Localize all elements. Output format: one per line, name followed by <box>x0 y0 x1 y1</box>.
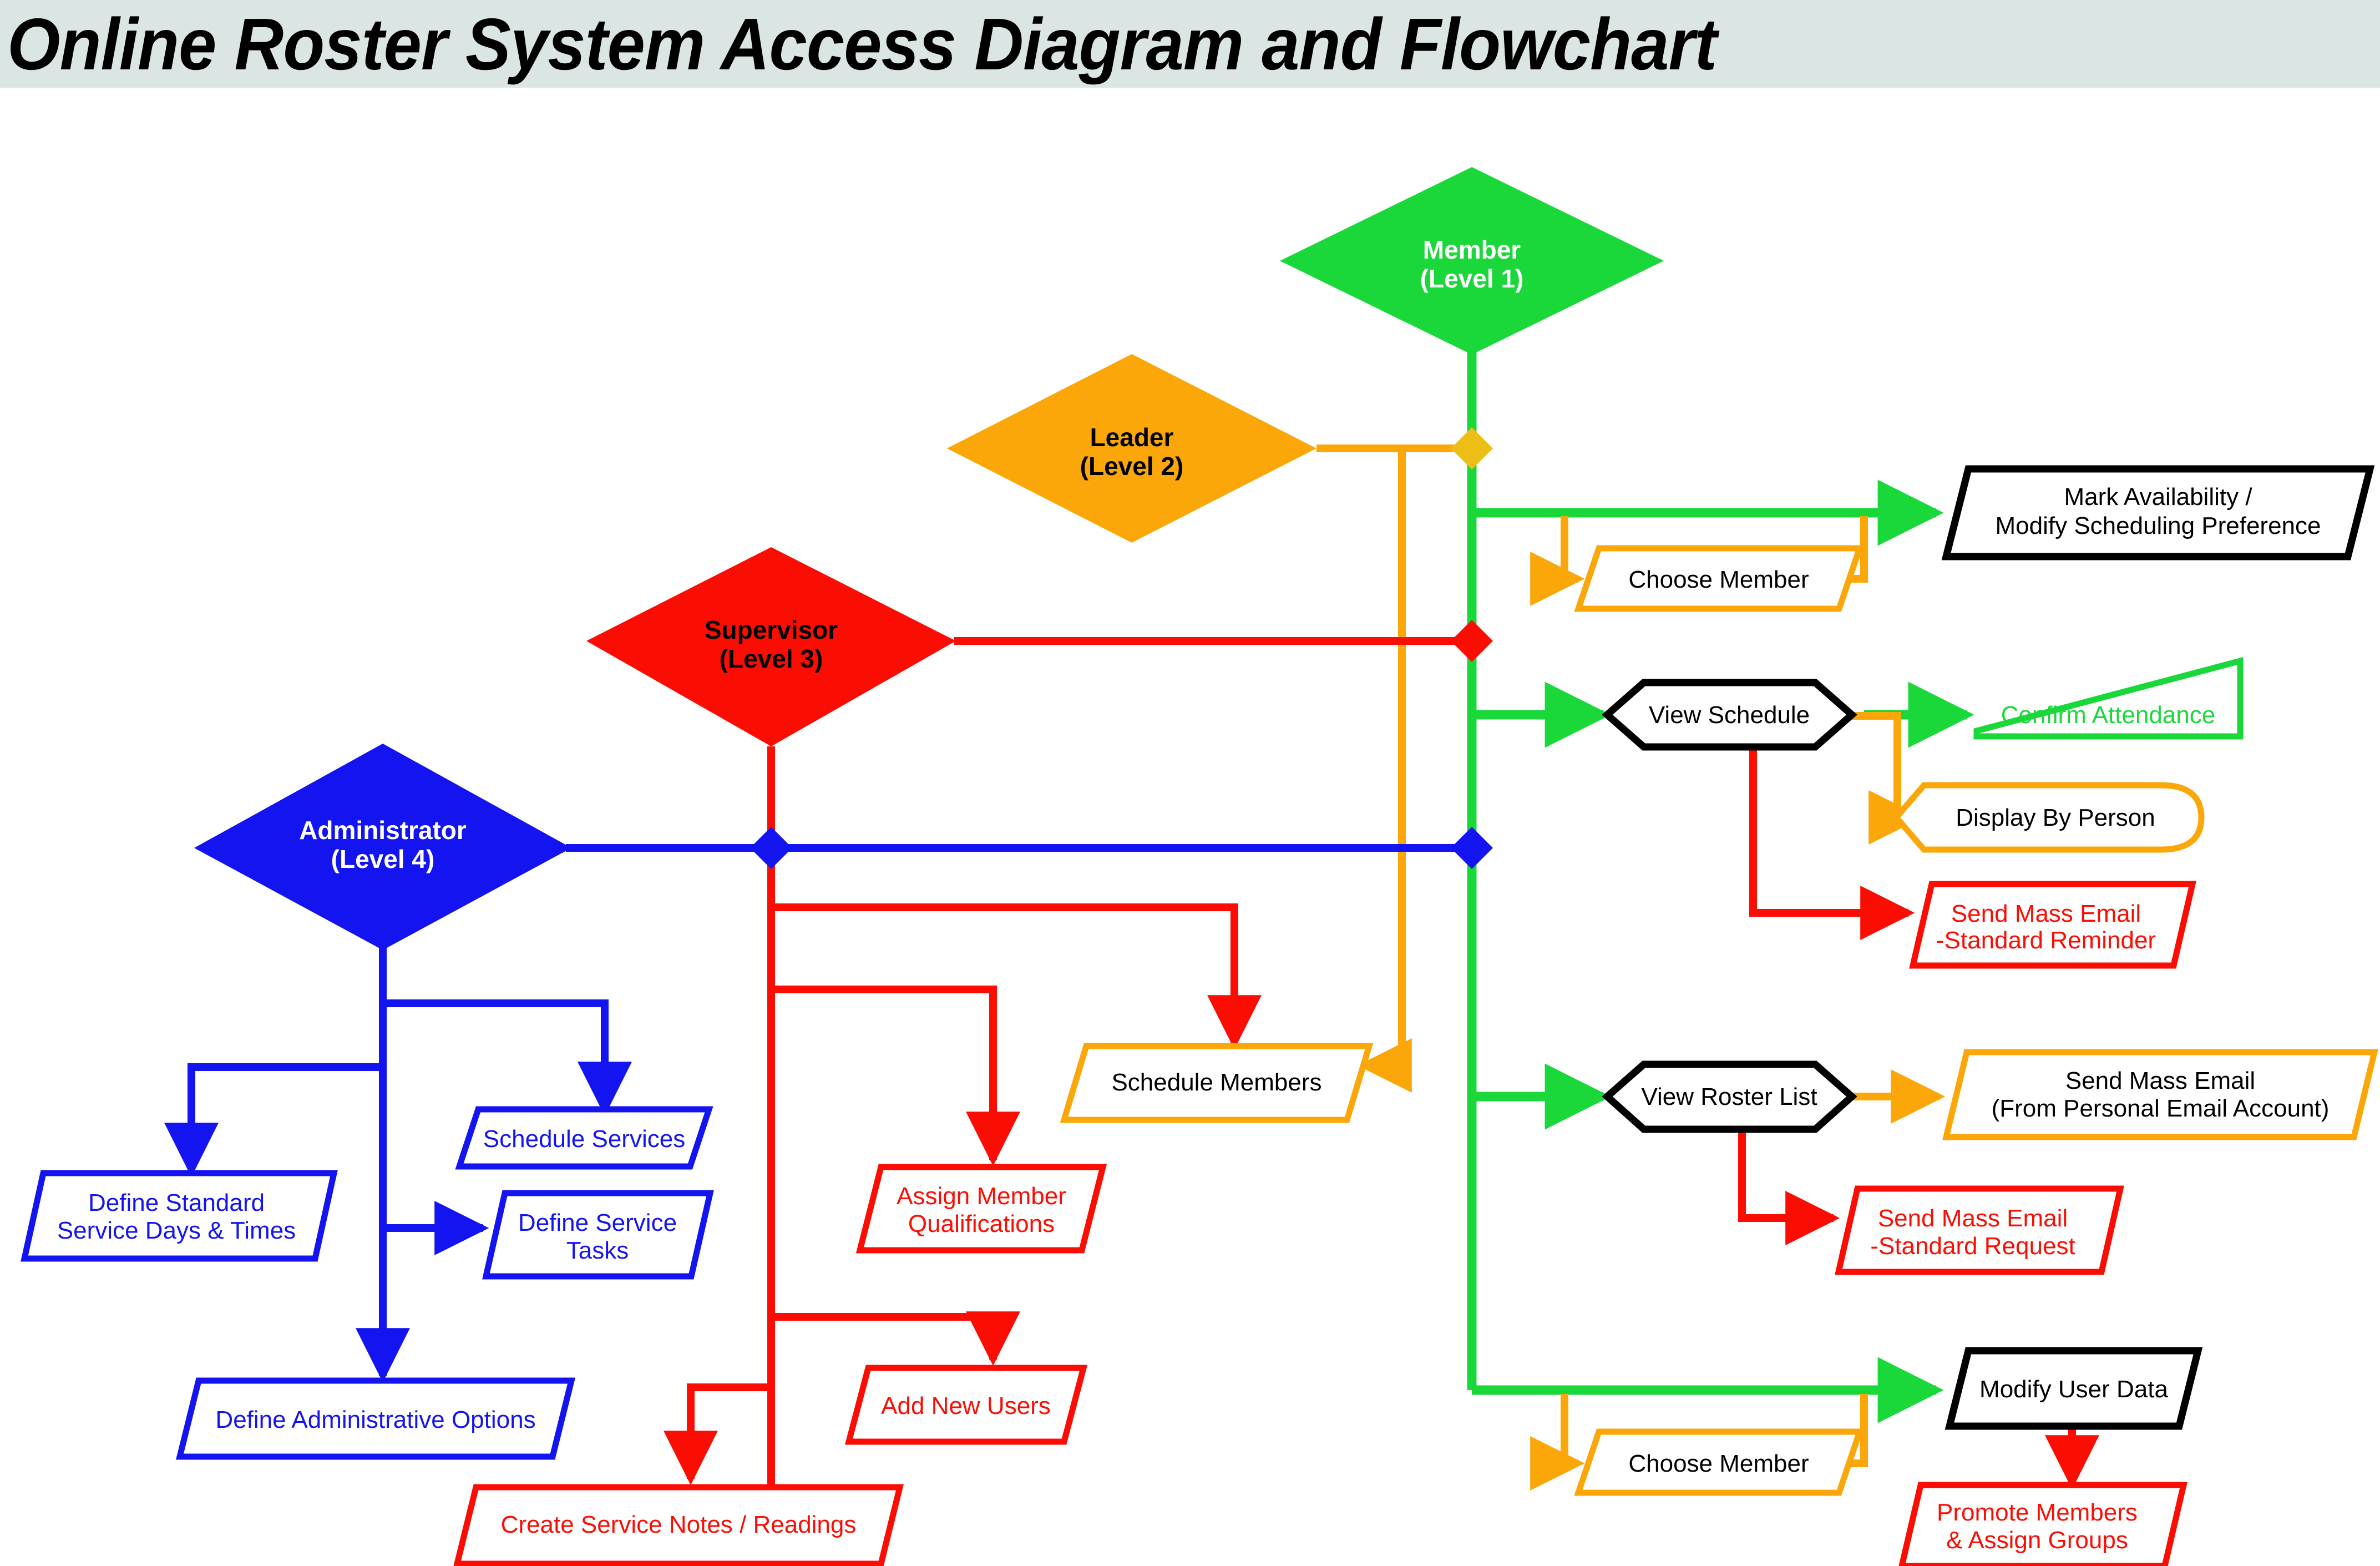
node-choose-member-bottom[interactable]: Choose Member <box>1574 1428 1864 1496</box>
node-view-roster-list[interactable]: View Roster List <box>1602 1060 1857 1133</box>
edge-admin-to-schedule-services <box>383 999 632 1117</box>
junction-supervisor-marker <box>1451 620 1493 662</box>
flowchart-svg: Member (Level 1) Leader (Level 2) Superv… <box>21 167 2378 1566</box>
role-diamond-supervisor[interactable]: Supervisor (Level 3) <box>586 547 956 746</box>
role-member-name: Member <box>1423 235 1521 264</box>
process-nodes[interactable]: Mark Availability / Modify Scheduling Pr… <box>21 465 2378 1566</box>
node-display-by-person-label: Display By Person <box>1956 804 2155 831</box>
edge-view-schedule-to-send-mass-reminder <box>1749 746 1915 940</box>
node-mark-availability[interactable]: Mark Availability / Modify Scheduling Pr… <box>1941 465 2375 560</box>
node-mark-availability-line1: Mark Availability / <box>2064 483 2252 511</box>
node-define-service-tasks-line1: Define Service <box>518 1209 677 1236</box>
node-define-service-tasks-line2: Tasks <box>566 1237 629 1264</box>
role-leader-level: (Level 2) <box>1080 452 1184 481</box>
role-member-level: (Level 1) <box>1420 264 1524 293</box>
node-confirm-attendance[interactable]: Confirm Attendance <box>1973 656 2244 740</box>
edge-leader-choose-member-bottom <box>1530 1394 1585 1491</box>
role-diamond-leader[interactable]: Leader (Level 2) <box>947 354 1316 543</box>
flowchart-canvas: Online Roster System Access Diagram and … <box>0 0 2380 1566</box>
node-send-mass-personal-line1: Send Mass Email <box>2065 1067 2255 1094</box>
node-display-by-person[interactable]: Display By Person <box>1892 782 2205 853</box>
node-mark-availability-line2: Modify Scheduling Preference <box>1996 512 2321 539</box>
node-define-admin-options[interactable]: Define Administrative Options <box>175 1377 576 1460</box>
role-leader-name: Leader <box>1090 423 1174 452</box>
node-confirm-attendance-label: Confirm Attendance <box>2001 701 2215 729</box>
role-administrator-name: Administrator <box>299 816 467 845</box>
edge-leader-down-to-schedule-members <box>1357 448 1412 1093</box>
junction-administrator-marker <box>1451 827 1493 869</box>
node-send-mass-reminder[interactable]: Send Mass Email -Standard Reminder <box>1909 881 2196 969</box>
node-assign-qualifications[interactable]: Assign Member Qualifications <box>855 1164 1107 1254</box>
node-send-mass-reminder-line1: Send Mass Email <box>1951 900 2141 927</box>
node-view-schedule[interactable]: View Schedule <box>1602 679 1857 751</box>
node-modify-user-data[interactable]: Modify User Data <box>1944 1347 2203 1430</box>
node-schedule-members-label: Schedule Members <box>1111 1069 1321 1096</box>
node-choose-member-bottom-label: Choose Member <box>1628 1450 1809 1477</box>
junction-leader-marker <box>1451 427 1493 469</box>
node-add-new-users-label: Add New Users <box>881 1392 1051 1419</box>
node-assign-qualifications-line2: Qualifications <box>908 1210 1055 1237</box>
edge-leader-choose-member-top <box>1530 516 1585 606</box>
node-define-admin-options-label: Define Administrative Options <box>215 1406 535 1433</box>
node-add-new-users[interactable]: Add New Users <box>844 1365 1088 1445</box>
node-schedule-services-label: Schedule Services <box>483 1125 685 1153</box>
node-define-standard-days-line2: Service Days & Times <box>57 1217 296 1244</box>
edge-supervisor-to-schedule-members <box>771 903 1262 1050</box>
role-diamonds[interactable]: Member (Level 1) Leader (Level 2) Superv… <box>194 167 1664 950</box>
edge-admin-to-define-standard-days <box>164 1063 383 1178</box>
node-send-mass-reminder-line2: -Standard Reminder <box>1936 927 2156 954</box>
edge-supervisor-to-add-new-users <box>771 1311 1020 1366</box>
node-create-service-notes-label: Create Service Notes / Readings <box>501 1511 857 1538</box>
role-supervisor-level: (Level 3) <box>720 644 823 673</box>
node-send-mass-request-line1: Send Mass Email <box>1878 1205 2068 1232</box>
node-view-roster-list-label: View Roster List <box>1641 1083 1817 1110</box>
role-administrator-level: (Level 4) <box>331 845 435 873</box>
node-schedule-members[interactable]: Schedule Members <box>1060 1043 1374 1123</box>
node-define-standard-days-line1: Define Standard <box>88 1189 265 1216</box>
node-view-schedule-label: View Schedule <box>1649 701 1810 729</box>
node-promote-members[interactable]: Promote Members & Assign Groups <box>1898 1482 2187 1566</box>
node-send-mass-personal-line2: (From Personal Email Account) <box>1992 1095 2330 1122</box>
node-schedule-services[interactable]: Schedule Services <box>455 1106 713 1170</box>
node-create-service-notes[interactable]: Create Service Notes / Readings <box>453 1484 904 1566</box>
node-send-mass-personal[interactable]: Send Mass Email (From Personal Email Acc… <box>1942 1049 2378 1140</box>
role-supervisor-name: Supervisor <box>705 615 838 644</box>
node-choose-member-top[interactable]: Choose Member <box>1574 545 1864 612</box>
node-assign-qualifications-line1: Assign Member <box>897 1183 1066 1210</box>
node-modify-user-data-label: Modify User Data <box>1979 1376 2168 1403</box>
junction-admin-cross-marker <box>750 827 792 869</box>
node-promote-members-line1: Promote Members <box>1937 1499 2138 1526</box>
node-define-standard-days[interactable]: Define Standard Service Days & Times <box>21 1170 338 1262</box>
role-diamond-member[interactable]: Member (Level 1) <box>1280 167 1664 355</box>
node-send-mass-request[interactable]: Send Mass Email -Standard Request <box>1835 1185 2124 1275</box>
edge-view-roster-to-send-mass-request <box>1738 1129 1840 1245</box>
role-diamond-administrator[interactable]: Administrator (Level 4) <box>194 744 571 950</box>
node-send-mass-request-line2: -Standard Request <box>1870 1232 2075 1260</box>
node-promote-members-line2: & Assign Groups <box>1946 1527 2128 1554</box>
node-define-service-tasks[interactable]: Define Service Tasks <box>482 1190 714 1280</box>
node-choose-member-top-label: Choose Member <box>1628 566 1809 593</box>
edge-supervisor-to-assign-qualifications <box>771 986 1020 1166</box>
